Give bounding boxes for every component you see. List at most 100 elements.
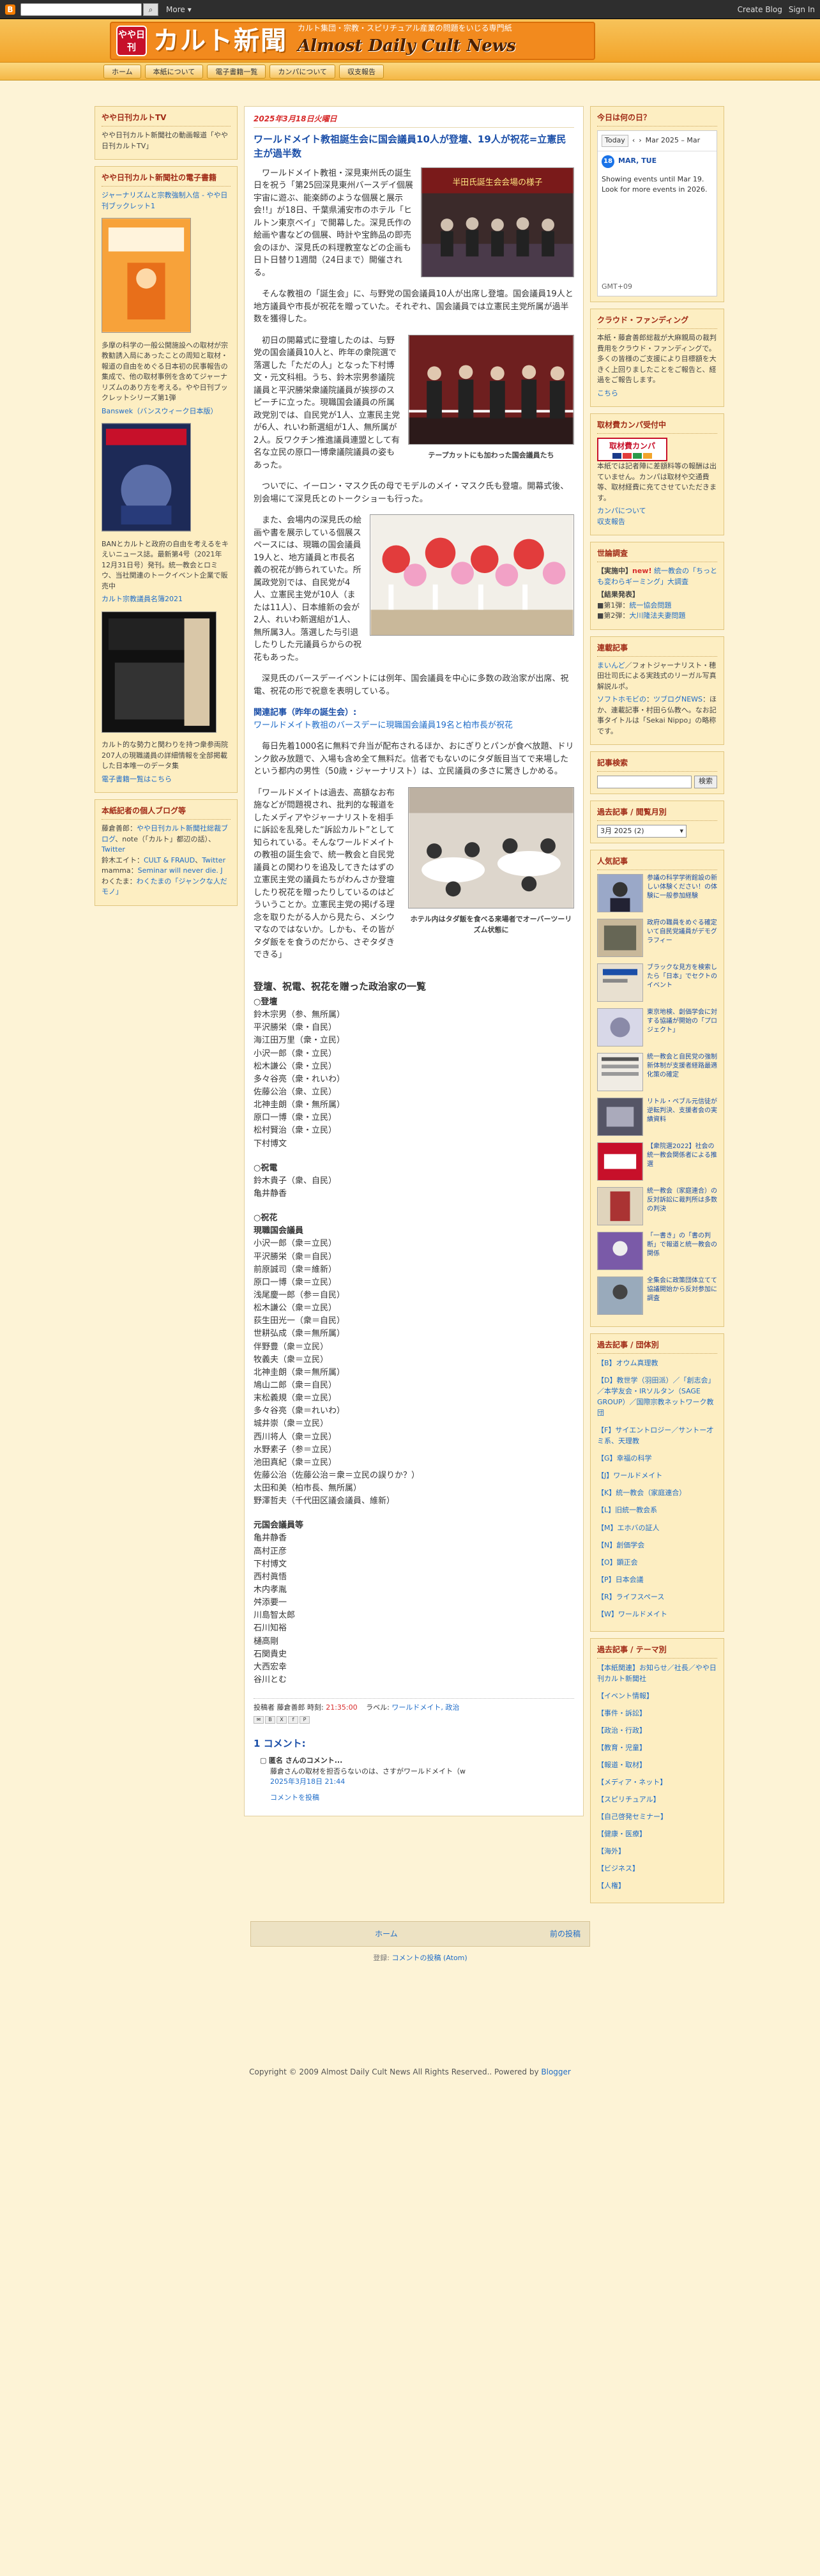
theme-link[interactable]: 【事件・訴訟】 (597, 1709, 646, 1717)
theme-link[interactable]: 【海外】 (597, 1847, 625, 1855)
comment-timestamp[interactable]: 2025年3月18日 21:44 (270, 1777, 345, 1786)
category-link[interactable]: 【R】ライフスペース (597, 1593, 664, 1601)
post-labels-link[interactable]: ワールドメイト, 政治 (391, 1703, 459, 1712)
blogthis-icon[interactable]: B (265, 1715, 275, 1724)
category-link[interactable]: 【W】ワールドメイト (597, 1610, 667, 1618)
survey-link[interactable]: 統一協会問題 (629, 601, 671, 610)
nav-home[interactable]: ホーム (103, 64, 141, 79)
list-item: 荻生田光一（衆＝自民） (254, 1316, 345, 1326)
nav-report[interactable]: 収支報告 (339, 64, 384, 79)
more-menu[interactable]: More ▾ (166, 4, 192, 15)
post-photo-1[interactable]: 半田氏誕生会会場の様子 (421, 167, 574, 281)
popular-item[interactable]: ブラックな見方を検索したら「日本」でセクトのイベント (597, 963, 717, 1002)
series-link[interactable]: まいんど (597, 661, 625, 670)
post-photo-3[interactable] (370, 514, 574, 640)
ebook-link-2[interactable]: Banswek（バンスウィーク日本版） (102, 407, 217, 415)
site-logo[interactable]: やや日刊 カルト新聞 カルト集団・宗教・スピリチュアル産業の問題をいじる専門紙 … (110, 21, 595, 60)
theme-link[interactable]: 【スピリチュアル】 (597, 1795, 660, 1804)
theme-link[interactable]: 【報道・取材】 (597, 1761, 646, 1769)
post-photo-2[interactable]: テープカットにも加わった国会議員たち (408, 334, 574, 461)
theme-link[interactable]: 【ビジネス】 (597, 1864, 639, 1873)
create-blog-link[interactable]: Create Blog (738, 4, 782, 15)
today-button[interactable]: Today (602, 135, 628, 147)
photo-tape-cut (408, 334, 574, 445)
ebook-link-3[interactable]: カルト宗教議員名簿2021 (102, 595, 183, 603)
popular-item[interactable]: 東京地検、創価学会に対する協議が開始の「プロジェクト」 (597, 1008, 717, 1046)
series-link[interactable]: ツブログNEWS (653, 695, 702, 703)
blog-list: 藤倉善郎：やや日刊カルト新聞社総裁ブログ、note（「カルト」都辺の話）、Twi… (102, 824, 228, 896)
twitter-icon[interactable]: X (277, 1715, 287, 1724)
popular-item[interactable]: 統一教会と自民党の強制新体制が支援者経路最適化策の確定 (597, 1053, 717, 1091)
sign-in-link[interactable]: Sign In (789, 4, 815, 15)
blog-link[interactable]: Twitter (202, 856, 225, 864)
popular-item[interactable]: 統一教会（家庭連合）の反対訴訟に裁判所は多数の判決 (597, 1187, 717, 1225)
widget-search: 記事検索 検索 (590, 751, 724, 794)
related-link[interactable]: ワールドメイト教祖のバースデーに現職国会議員19名と柏市長が祝花 (254, 721, 513, 730)
nav-about[interactable]: 本紙について (144, 64, 204, 79)
blog-link[interactable]: Seminar will never die. J (138, 866, 223, 875)
theme-link[interactable]: 【人権】 (597, 1882, 625, 1890)
category-link[interactable]: 【B】オウム真理教 (597, 1359, 658, 1367)
series-link[interactable]: ソフトホモビの (597, 695, 646, 703)
widget-categories: 過去記事 / 団体別 【B】オウム真理教 【D】教世学（羽田派）／「創志会」／本… (590, 1333, 724, 1632)
theme-link[interactable]: 【メディア・ネット】 (597, 1778, 667, 1786)
nav-ebooks[interactable]: 電子書籍一覧 (207, 64, 266, 79)
category-link[interactable]: 【G】幸福の科学 (597, 1454, 652, 1462)
widget-title: 連載記事 (597, 642, 717, 657)
theme-link[interactable]: 【政治・行政】 (597, 1726, 646, 1735)
post-comment-link[interactable]: コメントを投稿 (270, 1793, 319, 1802)
kanpa-link[interactable]: カンパについて (597, 507, 646, 515)
popular-item[interactable]: 全集会に政策団体立てて協議開始から反対参加に調査 (597, 1276, 717, 1315)
post-photo-4[interactable]: ホテル内はタダ飯を食べる来場者でオーバーツーリズム状態に (408, 786, 574, 936)
popular-item[interactable]: 「一書き」の「書の判断」で報道と統一教会の関係 (597, 1232, 717, 1270)
facebook-icon[interactable]: f (288, 1715, 298, 1724)
ebook-list-link[interactable]: 電子書籍一覧はこちら (102, 775, 172, 783)
next-icon[interactable]: › (639, 135, 641, 146)
report-link[interactable]: 収支報告 (597, 518, 625, 526)
nav-donation[interactable]: カンパについて (270, 64, 336, 79)
search-icon[interactable]: ⌕ (143, 3, 158, 16)
pinterest-icon[interactable]: P (300, 1715, 310, 1724)
prev-icon[interactable]: ‹ (632, 135, 635, 146)
ebook-link-1[interactable]: ジャーナリズムと宗教強制入信 - やや日刊ブックレット1 (102, 191, 227, 210)
atom-feed-link[interactable]: コメントの投稿 (Atom) (392, 1954, 467, 1962)
survey-link[interactable]: 大川隆法夫妻問題 (629, 611, 685, 620)
blog-link[interactable]: Twitter (102, 845, 125, 854)
blog-search-input[interactable] (20, 3, 142, 16)
email-icon[interactable]: ✉ (254, 1715, 264, 1724)
popular-item[interactable]: 【衆院選2022】社会の統一教会関係者による推選 (597, 1142, 717, 1181)
funding-link[interactable]: こちら (597, 389, 618, 397)
popular-item[interactable]: 参議の科学学術館設の新しい体験ください！の体験に一般参加経験 (597, 874, 717, 912)
blogger-logo-icon[interactable]: B (5, 4, 15, 15)
theme-link[interactable]: 【健康・医療】 (597, 1830, 646, 1838)
theme-link[interactable]: 【本紙関連】お知らせ／社長／やや日刊カルト新聞社 (597, 1664, 717, 1683)
prev-post-link[interactable]: 前の投稿 (550, 1928, 581, 1940)
category-link[interactable]: 【O】顕正会 (597, 1558, 638, 1567)
home-link[interactable]: ホーム (375, 1928, 398, 1940)
category-link[interactable]: 【K】統一教会（家庭連合） (597, 1489, 686, 1497)
article-search-input[interactable] (597, 776, 692, 788)
kanpa-banner[interactable]: 取材費カンパ (597, 438, 667, 461)
category-link[interactable]: 【F】サイエントロジー／サントー才ミ系、天理教 (597, 1426, 713, 1445)
search-button[interactable]: 検索 (694, 776, 717, 788)
theme-link[interactable]: 【自己啓発セミナー】 (597, 1813, 667, 1821)
blog-link[interactable]: CULT & FRAUD (144, 856, 195, 864)
book-cover-1[interactable] (102, 218, 191, 333)
archive-select[interactable]: 3月 2025 (2) ▾ (597, 825, 687, 838)
category-link[interactable]: 【P】日本会議 (597, 1575, 644, 1584)
book-cover-3[interactable] (102, 611, 216, 733)
blogger-link[interactable]: Blogger (541, 2067, 570, 2076)
category-link[interactable]: 【M】エホバの証人 (597, 1524, 660, 1532)
category-link[interactable]: 【N】創価学会 (597, 1541, 644, 1549)
popular-item[interactable]: 政府の職員をめぐる確定いて自民党議員がデモグラフィー (597, 919, 717, 957)
category-link[interactable]: 【J】ワールドメイト (597, 1471, 662, 1480)
post-title[interactable]: ワールドメイト教祖誕生会に国会議員10人が登壇、19人が祝花=立憲民主が過半数 (254, 133, 574, 161)
book-cover-2[interactable] (102, 423, 191, 532)
theme-link[interactable]: 【イベント情報】 (597, 1692, 653, 1700)
google-calendar[interactable]: Today ‹ › Mar 2025 – Mar 18 MAR, TUE Show… (597, 130, 717, 296)
popular-item[interactable]: リトル・ペブル元信徒が逆転判決、支援者会の実績資料 (597, 1098, 717, 1136)
post-timestamp-link[interactable]: 21:35:00 (326, 1703, 357, 1712)
theme-link[interactable]: 【教育・児童】 (597, 1744, 646, 1752)
category-link[interactable]: 【L】旧統一教会系 (597, 1506, 657, 1514)
category-link[interactable]: 【D】教世学（羽田派）／「創志会」／本学友会・IRソルタン（SAGE GROUP… (597, 1376, 715, 1417)
